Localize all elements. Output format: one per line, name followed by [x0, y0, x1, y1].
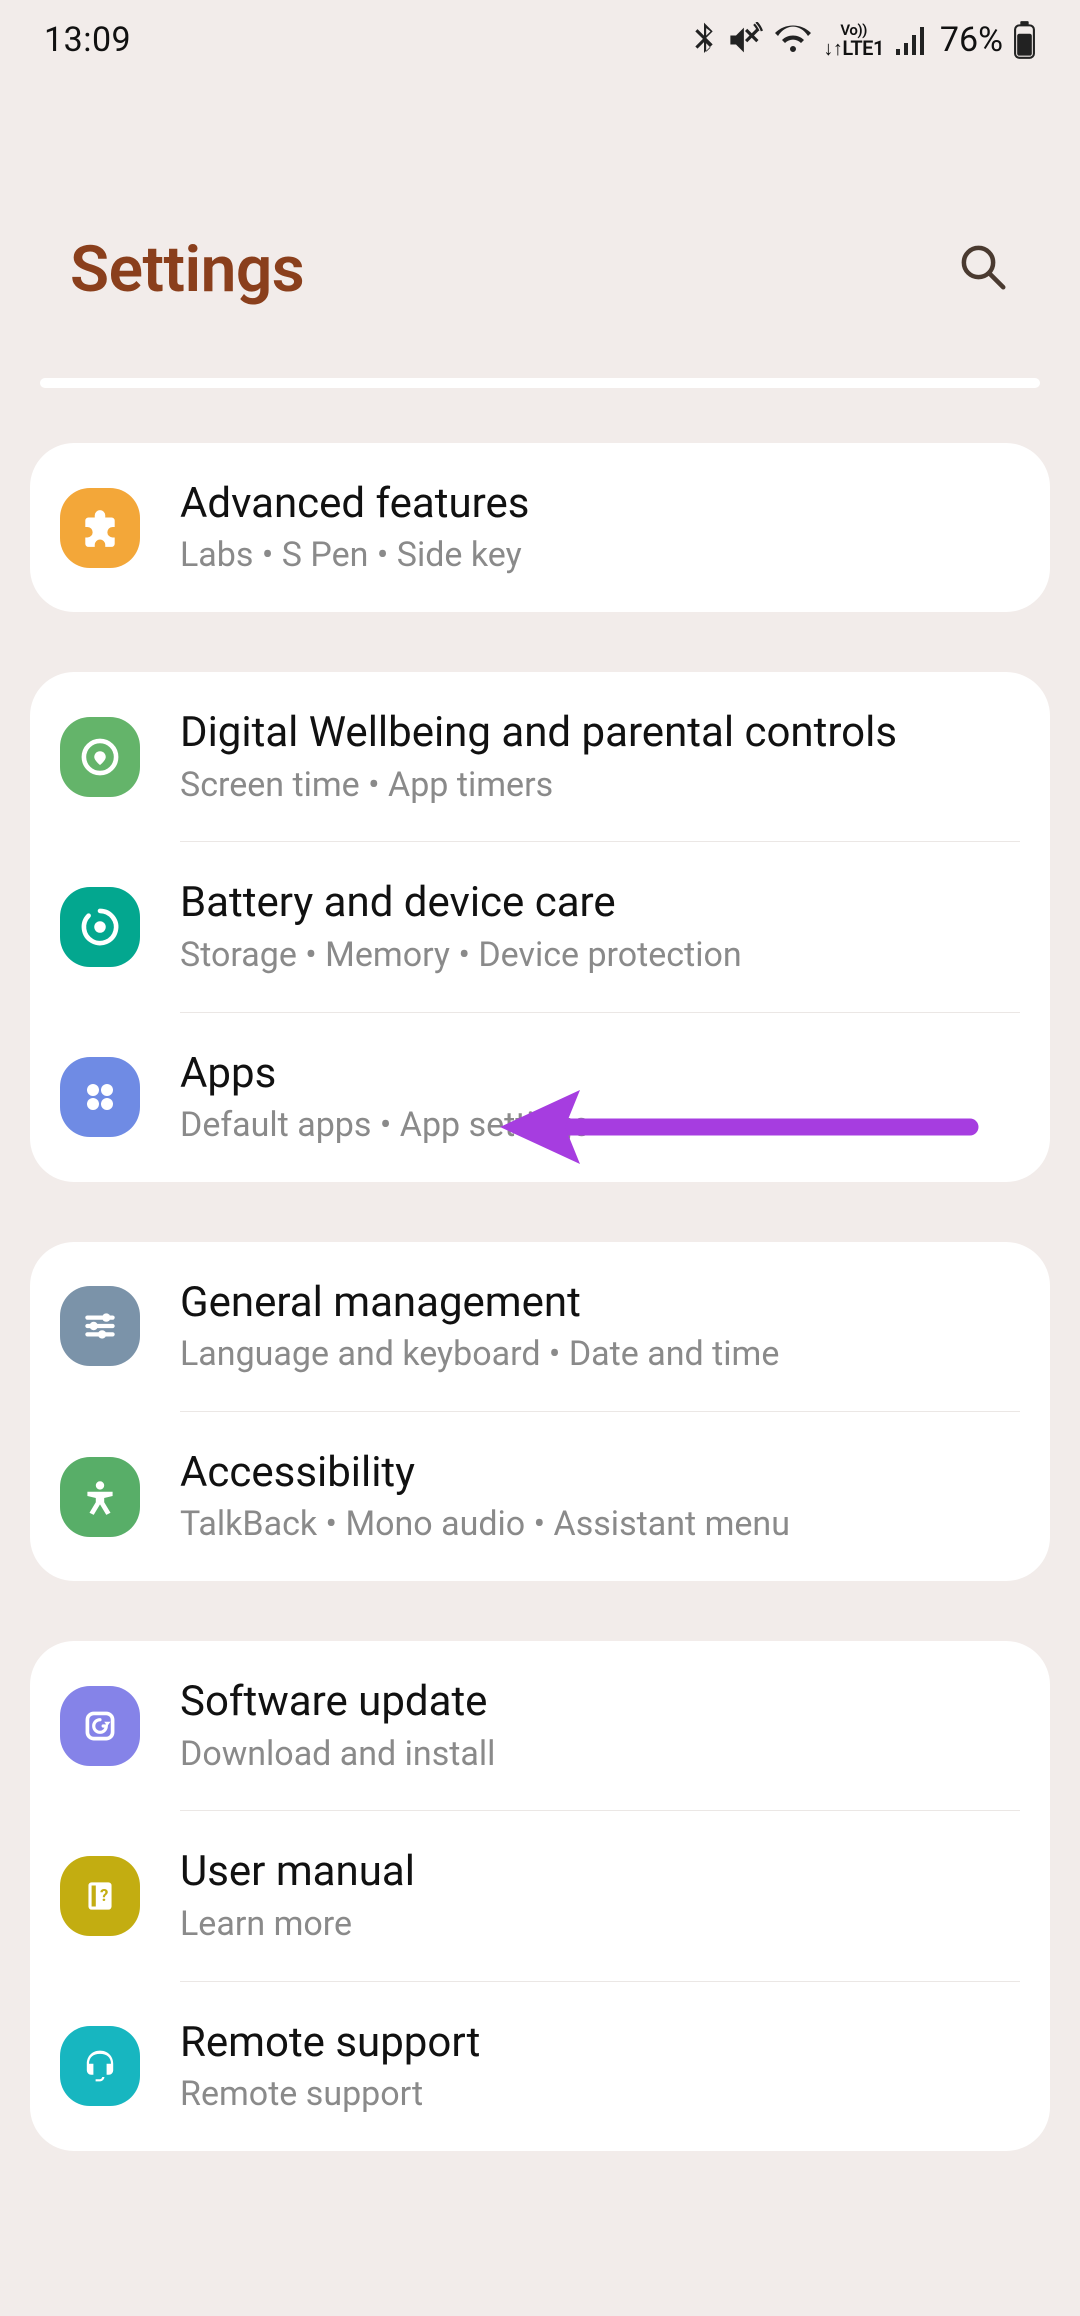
status-bar: 13:09 Vo)) ↓↑LTE1 76% [0, 0, 1080, 80]
row-title: Software update [180, 1677, 1020, 1727]
settings-item-apps[interactable]: Apps Default apps • App settings [30, 1013, 1050, 1182]
settings-item-user-manual[interactable]: ? User manual Learn more [30, 1811, 1050, 1980]
accessibility-icon [60, 1457, 140, 1537]
manual-icon: ? [60, 1856, 140, 1936]
row-title: Advanced features [180, 479, 1020, 529]
update-icon [60, 1686, 140, 1766]
svg-text:?: ? [100, 1886, 108, 1906]
row-title: User manual [180, 1847, 1020, 1897]
row-subtitle: Download and install [180, 1734, 1020, 1775]
settings-group: Advanced features Labs • S Pen • Side ke… [30, 443, 1050, 612]
sliders-icon [60, 1286, 140, 1366]
mute-icon [727, 22, 763, 58]
status-icons: Vo)) ↓↑LTE1 76% [691, 20, 1036, 60]
page-header: Settings [0, 80, 1080, 378]
search-icon [956, 240, 1010, 294]
puzzle-icon [60, 488, 140, 568]
signal-icon [894, 25, 926, 55]
row-title: Battery and device care [180, 878, 1020, 928]
settings-group: General management Language and keyboard… [30, 1242, 1050, 1581]
settings-item-advanced-features[interactable]: Advanced features Labs • S Pen • Side ke… [30, 443, 1050, 612]
row-subtitle: Labs • S Pen • Side key [180, 535, 1020, 576]
row-subtitle: TalkBack • Mono audio • Assistant menu [180, 1504, 1020, 1545]
row-subtitle: Default apps • App settings [180, 1105, 1020, 1146]
settings-item-general-management[interactable]: General management Language and keyboard… [30, 1242, 1050, 1411]
row-title: Digital Wellbeing and parental controls [180, 708, 1020, 758]
row-title: Apps [180, 1049, 1020, 1099]
settings-item-battery-device-care[interactable]: Battery and device care Storage • Memory… [30, 842, 1050, 1011]
settings-item-remote-support[interactable]: Remote support Remote support [30, 1982, 1050, 2151]
row-subtitle: Learn more [180, 1904, 1020, 1945]
bluetooth-icon [691, 22, 717, 58]
wifi-icon [773, 24, 813, 56]
settings-item-software-update[interactable]: Software update Download and install [30, 1641, 1050, 1810]
settings-item-digital-wellbeing[interactable]: Digital Wellbeing and parental controls … [30, 672, 1050, 841]
settings-item-accessibility[interactable]: Accessibility TalkBack • Mono audio • As… [30, 1412, 1050, 1581]
row-title: Remote support [180, 2018, 1020, 2068]
settings-group: Digital Wellbeing and parental controls … [30, 672, 1050, 1182]
network-type-icon: Vo)) ↓↑LTE1 [823, 23, 883, 58]
apps-icon [60, 1057, 140, 1137]
support-icon [60, 2026, 140, 2106]
header-divider [40, 378, 1040, 388]
page-title: Settings [70, 232, 304, 307]
row-subtitle: Storage • Memory • Device protection [180, 935, 1020, 976]
row-subtitle: Remote support [180, 2074, 1020, 2115]
wellbeing-icon [60, 717, 140, 797]
row-title: Accessibility [180, 1448, 1020, 1498]
search-button[interactable] [946, 230, 1020, 308]
row-subtitle: Screen time • App timers [180, 765, 1020, 806]
row-subtitle: Language and keyboard • Date and time [180, 1334, 1020, 1375]
battery-icon-status [1013, 21, 1036, 59]
settings-group: Software update Download and install ? U… [30, 1641, 1050, 2151]
status-time: 13:09 [44, 20, 131, 60]
battery-icon [60, 887, 140, 967]
battery-percent: 76% [940, 20, 1003, 60]
row-title: General management [180, 1278, 1020, 1328]
